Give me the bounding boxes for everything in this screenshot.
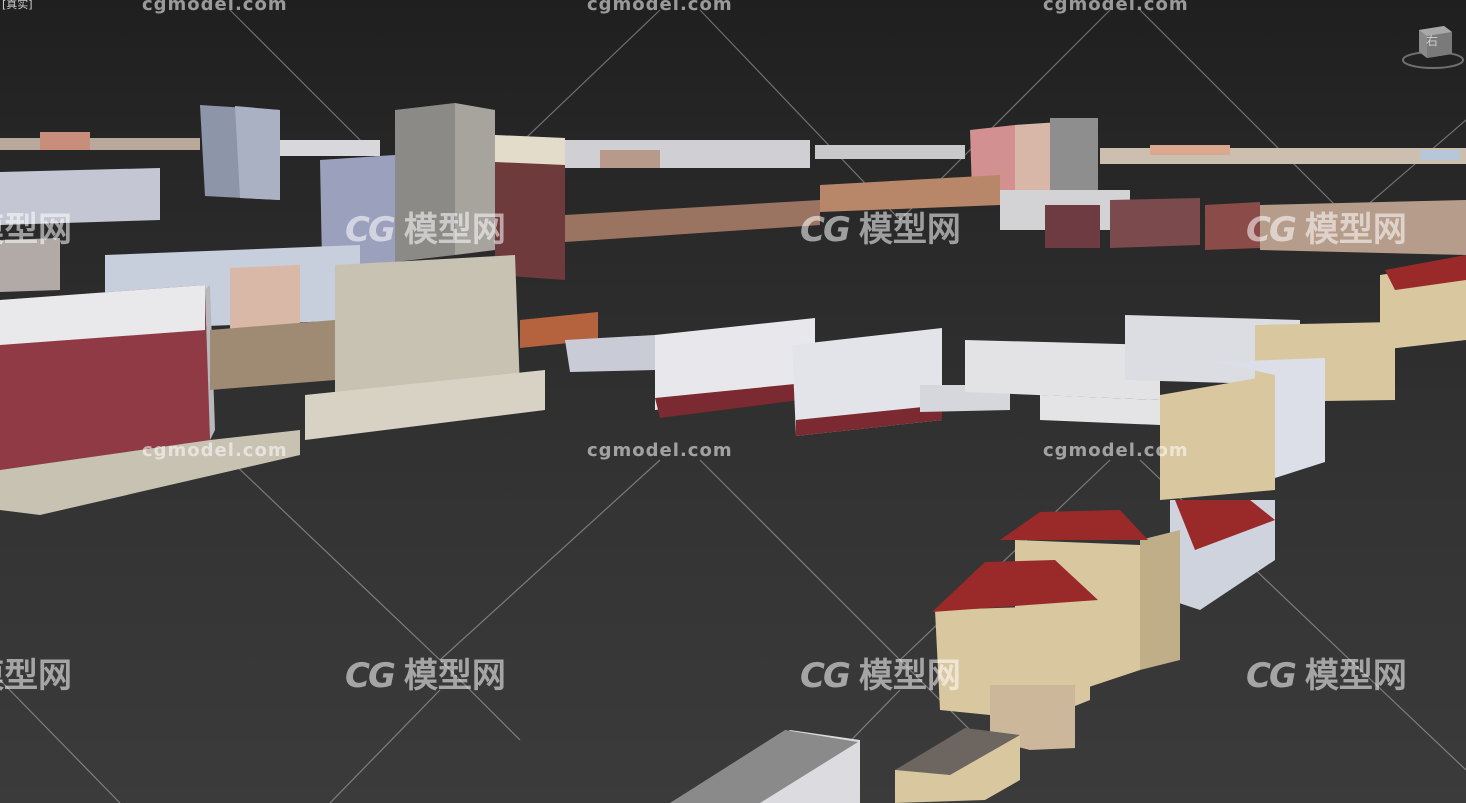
watermark-logo-mark: CG bbox=[345, 210, 396, 250]
watermark-site-text: cgmodel.com bbox=[587, 0, 733, 15]
3d-viewport[interactable]: [真实] 右 cgmodel.com cgmodel.com cgmodel.c… bbox=[0, 0, 1466, 803]
watermark-logo-text: 模型网 bbox=[858, 656, 961, 696]
watermark-logo-text: 模型网 bbox=[1304, 210, 1407, 250]
watermark-logo: 模型网 bbox=[0, 202, 72, 251]
watermark-logo-mark: CG bbox=[800, 656, 851, 696]
watermark-logo-text: 模型网 bbox=[1304, 656, 1407, 696]
watermark-logo-mark: CG bbox=[800, 210, 851, 250]
watermark-logo-text: 模型网 bbox=[0, 656, 72, 696]
watermark-logo: CG 模型网 bbox=[800, 648, 961, 697]
watermark-logo-mark: CG bbox=[1246, 656, 1297, 696]
foreground-buildings bbox=[670, 500, 1275, 803]
viewcube-face-label: 右 bbox=[1426, 34, 1439, 48]
right-row-buildings bbox=[965, 255, 1466, 500]
watermark-logo-text: 模型网 bbox=[858, 210, 961, 250]
watermark-logo-text: 模型网 bbox=[0, 210, 72, 250]
watermark-logo-mark: CG bbox=[1246, 210, 1297, 250]
viewport-label[interactable]: [真实] bbox=[2, 0, 33, 12]
watermark-site-text: cgmodel.com bbox=[1043, 440, 1189, 461]
watermark-logo-text: 模型网 bbox=[403, 210, 506, 250]
watermark-logo: CG 模型网 bbox=[1246, 648, 1407, 697]
watermark-logo: CG 模型网 bbox=[1246, 202, 1407, 251]
watermark-site-text: cgmodel.com bbox=[142, 0, 288, 15]
center-slabs bbox=[565, 318, 1010, 436]
watermark-logo: CG 模型网 bbox=[800, 202, 961, 251]
watermark-logo: CG 模型网 bbox=[345, 648, 506, 697]
watermark-logo-mark: CG bbox=[345, 656, 396, 696]
watermark-logo: CG 模型网 bbox=[345, 202, 506, 251]
watermark-site-text: cgmodel.com bbox=[587, 440, 733, 461]
watermark-site-text: cgmodel.com bbox=[142, 440, 288, 461]
viewcube-icon[interactable]: 右 bbox=[1402, 20, 1464, 70]
watermark-site-text: cgmodel.com bbox=[1043, 0, 1189, 15]
watermark-logo: 模型网 bbox=[0, 648, 72, 697]
watermark-logo-text: 模型网 bbox=[403, 656, 506, 696]
